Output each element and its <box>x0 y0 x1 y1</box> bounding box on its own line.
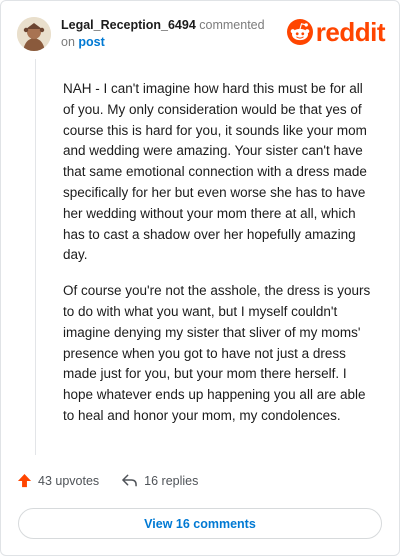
upvote-arrow-icon <box>17 473 32 488</box>
comment-body: NAH - I can't imagine how hard this must… <box>63 79 375 442</box>
post-link[interactable]: post <box>78 35 104 49</box>
comment-card: Legal_Reception_6494 commented on post r… <box>0 0 400 556</box>
comment-paragraph: Of course you're not the asshole, the dr… <box>63 283 371 423</box>
on-label: on <box>61 35 75 49</box>
thread-line[interactable] <box>35 59 36 455</box>
reply-count: 16 replies <box>144 473 199 488</box>
avatar[interactable] <box>17 17 51 51</box>
comment-header: Legal_Reception_6494 commented on post <box>61 17 265 51</box>
replies-button[interactable]: 16 replies <box>121 473 198 488</box>
commented-label: commented <box>199 18 265 32</box>
comment-paragraph: NAH - I can't imagine how hard this must… <box>63 81 367 263</box>
reddit-logo[interactable]: reddit <box>286 17 386 47</box>
reply-arrow-icon <box>122 474 137 487</box>
reddit-snoo-icon <box>286 19 313 45</box>
upvote-count: 43 upvotes <box>38 473 100 488</box>
avatar-image <box>17 17 51 51</box>
reddit-wordmark: reddit <box>315 17 386 47</box>
view-comments-button[interactable]: View 16 comments <box>18 508 382 539</box>
comment-actions: 43 upvotes 16 replies <box>17 473 220 488</box>
upvote-button[interactable]: 43 upvotes <box>17 473 99 488</box>
username[interactable]: Legal_Reception_6494 <box>61 18 196 32</box>
